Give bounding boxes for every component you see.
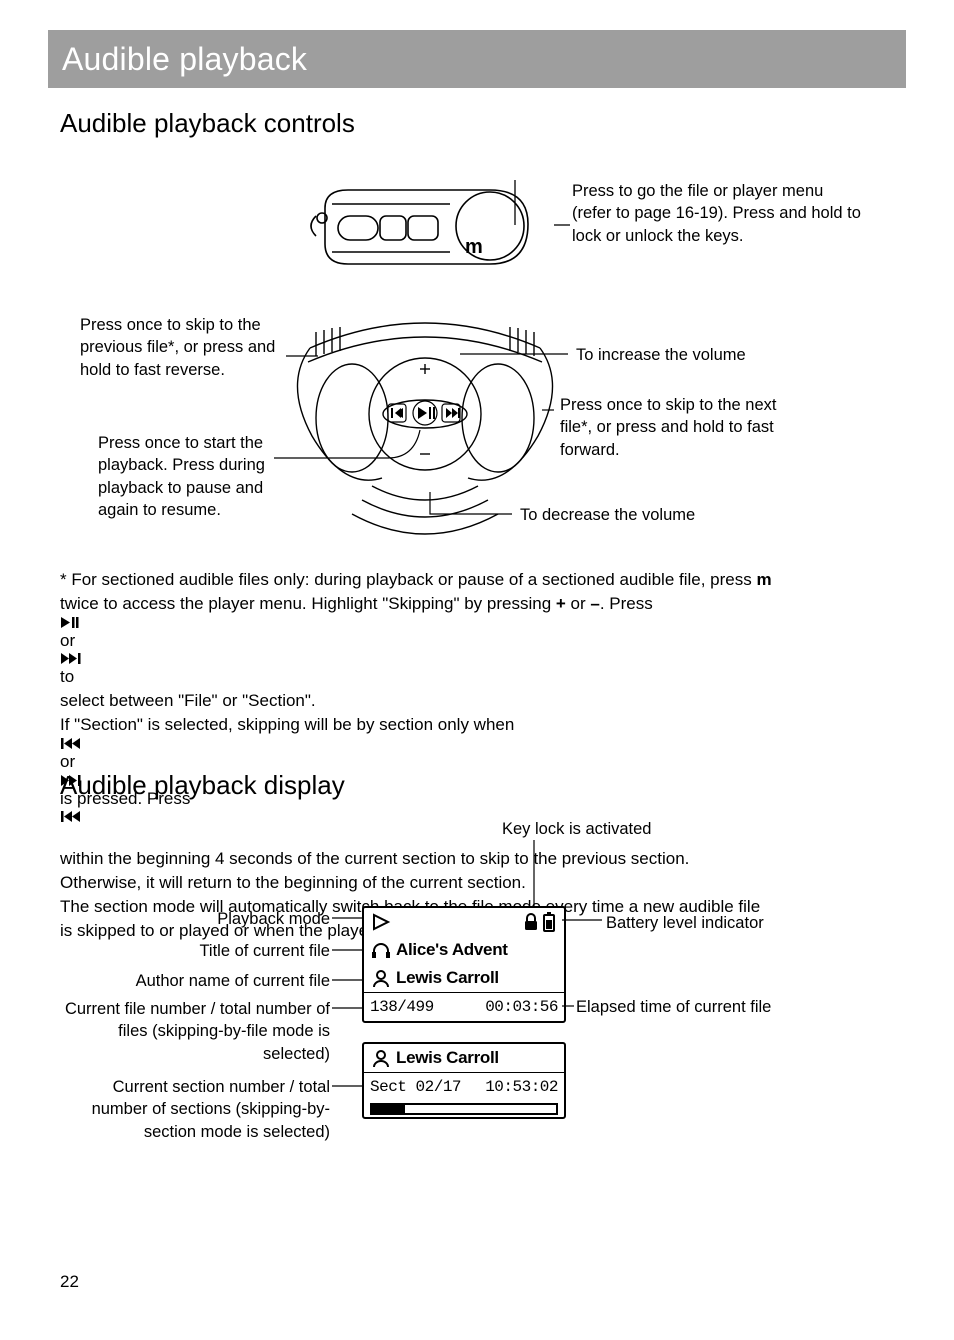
fn-l3: select between "File" or "Section". bbox=[60, 691, 316, 710]
lcd2-row-author: Lewis Carroll bbox=[364, 1044, 564, 1072]
keylock-label: Key lock is activated bbox=[502, 818, 651, 840]
fn-l1m: m bbox=[756, 570, 771, 589]
m-key-label: m bbox=[465, 234, 483, 261]
person-icon bbox=[370, 968, 392, 988]
lcd2-elapsed: 10:53:02 bbox=[485, 1078, 558, 1096]
title-bar: Audible playback bbox=[48, 30, 906, 88]
fn-l4b: or bbox=[60, 752, 75, 771]
lock-icon bbox=[522, 912, 540, 932]
leader-menu bbox=[460, 170, 580, 290]
play-mode-icon bbox=[370, 912, 394, 932]
lcd2-section: Sect 02/17 bbox=[370, 1078, 461, 1096]
page-title: Audible playback bbox=[62, 41, 307, 78]
page-number: 22 bbox=[60, 1272, 79, 1292]
label-title: Title of current file bbox=[60, 940, 330, 962]
controls-heading: Audible playback controls bbox=[60, 108, 355, 139]
skip-prev-icon-2 bbox=[60, 810, 82, 823]
lcd2-row-counter: Sect 02/17 10:53:02 bbox=[364, 1072, 564, 1101]
callout-vol-down: To decrease the volume bbox=[520, 504, 695, 526]
fn-l1a: * For sectioned audible files only: duri… bbox=[60, 570, 756, 589]
skip-prev-icon bbox=[60, 737, 82, 750]
fn-plus: + bbox=[556, 594, 566, 613]
display-heading: Audible playback display bbox=[60, 770, 345, 801]
footnote-block: * For sectioned audible files only: duri… bbox=[60, 568, 894, 942]
callout-play: Press once to start the playback. Press … bbox=[98, 432, 294, 521]
callout-next: Press once to skip to the next file*, or… bbox=[560, 394, 780, 461]
lcd-screen-1: Alice's Advent Lewis Carroll 138/499 00:… bbox=[362, 906, 566, 1023]
label-author: Author name of current file bbox=[32, 970, 330, 992]
label-section-counter: Current section number / total number of… bbox=[60, 1076, 330, 1143]
leaders-right bbox=[562, 906, 612, 1026]
lcd1-row-status bbox=[364, 908, 564, 936]
lcd1-row-author: Lewis Carroll bbox=[364, 964, 564, 992]
fn-l2a: twice to access the player menu. Highlig… bbox=[60, 594, 556, 613]
callout-menu: Press to go the file or player menu (ref… bbox=[572, 180, 862, 247]
callout-prev: Press once to skip to the previous file*… bbox=[80, 314, 290, 381]
lcd1-file-counter: 138/499 bbox=[370, 998, 434, 1016]
lcd1-row-counter: 138/499 00:03:56 bbox=[364, 992, 564, 1021]
fn-minus: – bbox=[590, 594, 599, 613]
fn-l6: Otherwise, it will return to the beginni… bbox=[60, 873, 526, 892]
fn-l2b: or bbox=[566, 594, 591, 613]
label-battery: Battery level indicator bbox=[606, 912, 764, 934]
leaders-left bbox=[332, 904, 372, 1124]
fn-l2d: or bbox=[60, 631, 75, 650]
lcd-screen-2: Lewis Carroll Sect 02/17 10:53:02 bbox=[362, 1042, 566, 1119]
lcd1-title: Alice's Advent bbox=[396, 940, 508, 960]
lcd1-author: Lewis Carroll bbox=[396, 968, 499, 988]
fn-l2e: to bbox=[60, 667, 74, 686]
fn-l2c: . Press bbox=[600, 594, 653, 613]
person-icon bbox=[370, 1048, 392, 1068]
fn-l5: within the beginning 4 seconds of the cu… bbox=[60, 849, 689, 868]
fn-l4a: If "Section" is selected, skipping will … bbox=[60, 715, 514, 734]
headphone-icon bbox=[370, 940, 392, 960]
lcd1-row-title: Alice's Advent bbox=[364, 936, 564, 964]
lcd1-elapsed: 00:03:56 bbox=[485, 998, 558, 1016]
label-file-counter: Current file number / total number of fi… bbox=[60, 998, 330, 1065]
play-pause-icon bbox=[60, 616, 80, 629]
fast-forward-icon bbox=[60, 652, 82, 665]
lcd2-progress bbox=[364, 1103, 564, 1117]
lcd2-author: Lewis Carroll bbox=[396, 1048, 499, 1068]
leader-keylock bbox=[528, 840, 548, 908]
label-playback-mode: Playback mode bbox=[60, 908, 330, 930]
callout-vol-up: To increase the volume bbox=[576, 344, 746, 366]
battery-icon bbox=[540, 911, 558, 933]
